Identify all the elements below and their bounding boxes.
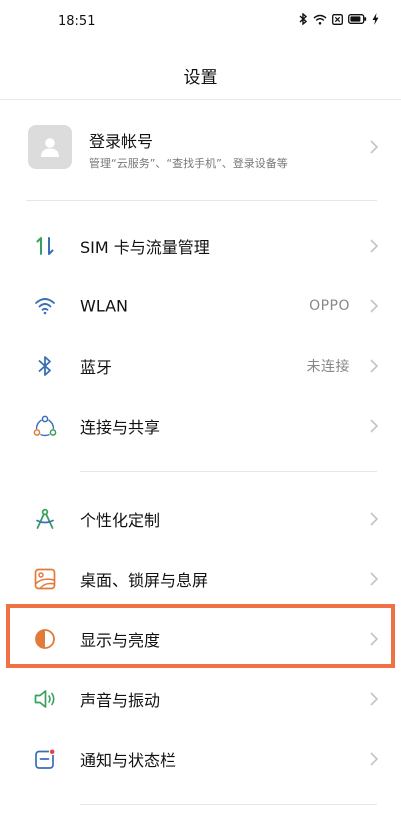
notification-icon xyxy=(32,746,58,772)
settings-item-sim[interactable]: SIM 卡与流量管理 xyxy=(0,216,401,276)
page-title: 设置 xyxy=(183,68,218,88)
title-bar: 设置 xyxy=(0,48,401,100)
highlight-box xyxy=(6,604,395,668)
bluetooth-icon xyxy=(32,353,58,379)
chevron-right-icon xyxy=(370,419,379,433)
account-subtitle: 管理“云服务”、“查找手机”、登录设备等 xyxy=(89,157,288,170)
user-icon xyxy=(41,138,59,157)
settings-item-label: 桌面、锁屏与息屏 xyxy=(80,571,209,590)
settings-item-label: 声音与振动 xyxy=(80,691,161,710)
wifi-icon xyxy=(313,14,327,25)
settings-item-label: WLAN xyxy=(80,296,129,316)
status-bar: 18:51 xyxy=(0,0,401,40)
chevron-right-icon xyxy=(370,692,379,706)
settings-item-personalize[interactable]: 个性化定制 xyxy=(0,489,401,549)
divider xyxy=(26,200,377,201)
divider xyxy=(80,804,377,805)
settings-item-label: 通知与状态栏 xyxy=(80,751,177,770)
chevron-right-icon xyxy=(370,572,379,586)
chevron-right-icon xyxy=(370,239,379,253)
wifi-icon xyxy=(32,293,58,319)
status-icons xyxy=(299,13,379,25)
settings-item-wlan[interactable]: WLAN OPPO xyxy=(0,276,401,336)
chevron-right-icon xyxy=(370,359,379,373)
share-icon xyxy=(32,413,58,439)
settings-item-connection[interactable]: 连接与共享 xyxy=(0,396,401,456)
settings-item-notification[interactable]: 通知与状态栏 xyxy=(0,729,401,789)
battery-icon xyxy=(348,14,367,24)
bluetooth-icon xyxy=(299,13,308,25)
settings-item-desktop[interactable]: 桌面、锁屏与息屏 xyxy=(0,549,401,609)
speaker-icon xyxy=(32,686,58,712)
divider xyxy=(80,471,377,472)
settings-item-label: 个性化定制 xyxy=(80,511,161,530)
chevron-right-icon xyxy=(370,752,379,766)
settings-item-label: 蓝牙 xyxy=(80,358,113,377)
sim-data-icon xyxy=(32,233,58,259)
settings-item-label: SIM 卡与流量管理 xyxy=(80,238,210,257)
status-time: 18:51 xyxy=(58,14,96,29)
sim-icon xyxy=(332,13,343,25)
charging-icon xyxy=(372,13,379,25)
avatar xyxy=(28,125,72,169)
settings-item-sound[interactable]: 声音与振动 xyxy=(0,669,401,729)
wlan-network-value: OPPO xyxy=(309,298,350,314)
settings-item-bluetooth[interactable]: 蓝牙 未连接 xyxy=(0,336,401,396)
account-title: 登录帐号 xyxy=(89,132,154,151)
compass-icon xyxy=(32,506,58,532)
chevron-right-icon xyxy=(370,512,379,526)
settings-item-label: 连接与共享 xyxy=(80,418,161,437)
wallpaper-icon xyxy=(32,566,58,592)
chevron-right-icon xyxy=(370,140,379,154)
account-row[interactable]: 登录帐号 管理“云服务”、“查找手机”、登录设备等 xyxy=(0,115,401,185)
chevron-right-icon xyxy=(370,299,379,313)
bluetooth-status-value: 未连接 xyxy=(306,359,350,375)
